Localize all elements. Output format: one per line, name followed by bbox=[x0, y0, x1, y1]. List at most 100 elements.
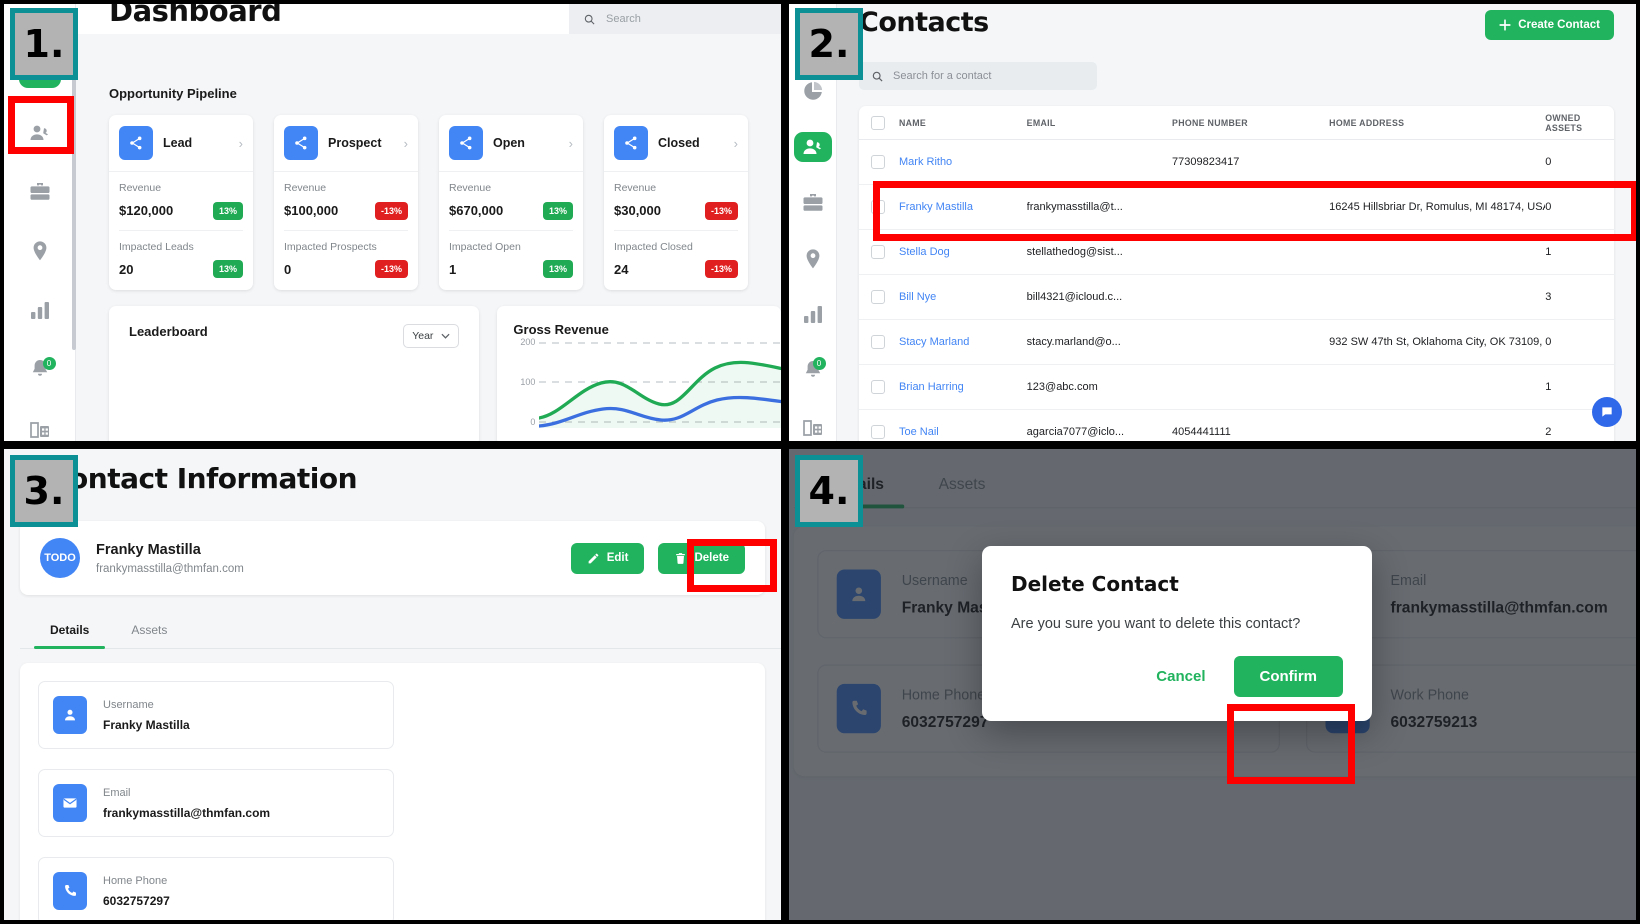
modal-title: Delete Contact bbox=[1011, 572, 1179, 596]
field-body: Username Franky Mastilla bbox=[103, 699, 190, 732]
field-value: frankymasstilla@thmfan.com bbox=[103, 805, 271, 820]
search-input[interactable]: Search for a contact bbox=[859, 62, 1097, 90]
sidebar-item-reports[interactable] bbox=[18, 296, 62, 323]
panel-dashboard: 0 Search Dashboard Opportunity Pipeline … bbox=[0, 0, 785, 445]
sidebar-item-deals[interactable] bbox=[794, 188, 832, 218]
search-input[interactable]: Search bbox=[569, 4, 781, 34]
share-icon bbox=[614, 126, 648, 160]
sidebar-item-companies[interactable] bbox=[794, 411, 832, 441]
revenue-label: Revenue bbox=[614, 182, 657, 194]
panel-contact-information: Contact Information TODO Franky Mastilla… bbox=[0, 445, 785, 924]
notification-badge: 0 bbox=[812, 357, 826, 371]
table-row[interactable]: Stella Dog stellathedog@sist... 1 bbox=[859, 230, 1614, 275]
cell-name[interactable]: Bill Nye bbox=[899, 291, 1027, 303]
table-row[interactable]: Stacy Marland stacy.marland@o... 932 SW … bbox=[859, 320, 1614, 365]
pipeline-card[interactable]: Open › Revenue $670,000 13% Impacted Ope… bbox=[439, 115, 583, 291]
tab-details[interactable]: Details bbox=[33, 623, 106, 649]
table-row[interactable]: Bill Nye bill4321@icloud.c... 3 bbox=[859, 275, 1614, 320]
gross-revenue-chart: 200 100 0 bbox=[509, 337, 781, 441]
confirm-button[interactable]: Confirm bbox=[1233, 656, 1343, 697]
row-checkbox[interactable] bbox=[871, 245, 885, 259]
delete-button[interactable]: Delete bbox=[658, 542, 745, 574]
cell-name[interactable]: Brian Harring bbox=[899, 381, 1027, 393]
trash-icon bbox=[676, 552, 686, 564]
create-contact-button[interactable]: Create Contact bbox=[1485, 10, 1614, 40]
table-row[interactable]: Toe Nail agarcia7077@iclo... 4054441111 … bbox=[859, 410, 1614, 441]
sidebar-item-notifications[interactable]: 0 bbox=[18, 355, 62, 382]
cancel-button[interactable]: Cancel bbox=[1152, 658, 1209, 695]
chevron-right-icon: › bbox=[568, 135, 573, 151]
sidebar-item-deals[interactable] bbox=[18, 179, 62, 206]
dashboard-lower-row: Leaderboard Year Gross Revenue 200 100 0 bbox=[109, 306, 781, 441]
cell-assets: 3 bbox=[1545, 291, 1552, 303]
share-icon bbox=[119, 126, 153, 160]
location-pin-icon bbox=[33, 241, 46, 261]
contact-info-main: Contact Information TODO Franky Mastilla… bbox=[4, 449, 781, 920]
select-all-checkbox[interactable] bbox=[871, 115, 885, 130]
impact-delta-badge: 13% bbox=[212, 260, 243, 279]
sidebar-item-dashboard[interactable] bbox=[794, 76, 832, 106]
contacts-icon bbox=[30, 125, 48, 141]
card-header[interactable]: Lead › bbox=[109, 115, 253, 172]
field-email: Email frankymasstilla@thmfan.com bbox=[38, 769, 394, 837]
row-checkbox[interactable] bbox=[871, 290, 885, 304]
cell-name[interactable]: Stacy Marland bbox=[899, 336, 1027, 348]
sidebar-item-contacts[interactable] bbox=[793, 131, 832, 162]
period-select[interactable]: Year bbox=[403, 324, 460, 349]
cell-assets: 0 bbox=[1545, 201, 1552, 213]
cell-assets: 2 bbox=[1545, 426, 1552, 438]
edit-button[interactable]: Edit bbox=[570, 542, 645, 574]
sidebar-item-reports[interactable] bbox=[794, 299, 832, 329]
cell-assets: 1 bbox=[1545, 246, 1552, 258]
table-row[interactable]: Mark Ritho 77309823417 0 bbox=[859, 140, 1614, 185]
card-header[interactable]: Prospect › bbox=[274, 115, 418, 172]
sidebar-item-companies[interactable] bbox=[18, 414, 62, 441]
table-row[interactable]: Brian Harring 123@abc.com 1 bbox=[859, 365, 1614, 410]
pipeline-card[interactable]: Closed › Revenue $30,000 -13% Impacted C… bbox=[604, 115, 748, 291]
building-icon bbox=[802, 420, 822, 436]
cell-name[interactable]: Toe Nail bbox=[899, 426, 1027, 438]
revenue-label: Revenue bbox=[119, 182, 162, 194]
cell-name[interactable]: Mark Ritho bbox=[899, 156, 1027, 168]
tab-assets[interactable]: Assets bbox=[131, 623, 167, 648]
cell-name[interactable]: Franky Mastilla bbox=[899, 201, 1027, 213]
table-row[interactable]: Franky Mastilla frankymasstilla@t... 162… bbox=[859, 185, 1614, 230]
row-checkbox[interactable] bbox=[871, 380, 885, 394]
card-header[interactable]: Closed › bbox=[604, 115, 748, 172]
search-placeholder: Search bbox=[606, 13, 641, 25]
divider bbox=[449, 229, 573, 231]
sidebar-item-locations[interactable] bbox=[18, 237, 62, 264]
screenshot-grid: 0 Search Dashboard Opportunity Pipeline … bbox=[0, 0, 1640, 924]
plus-icon bbox=[1499, 19, 1511, 31]
impact-label: Impacted Leads bbox=[119, 240, 194, 253]
cell-email: stellathedog@sist... bbox=[1026, 246, 1123, 258]
delete-label: Delete bbox=[694, 552, 729, 564]
search-icon bbox=[584, 14, 595, 24]
leaderboard-card: Leaderboard Year bbox=[109, 306, 480, 441]
card-title: Prospect bbox=[328, 136, 382, 150]
modal-actions: Cancel Confirm bbox=[1011, 656, 1343, 697]
delete-contact-modal: Delete Contact Are you sure you want to … bbox=[982, 546, 1372, 721]
revenue-delta-badge: -13% bbox=[374, 201, 408, 220]
card-title: Closed bbox=[658, 136, 700, 150]
row-checkbox[interactable] bbox=[871, 200, 885, 214]
card-header[interactable]: Open › bbox=[439, 115, 583, 172]
field-label: Email bbox=[103, 786, 131, 799]
row-checkbox[interactable] bbox=[871, 425, 885, 439]
sidebar-item-locations[interactable] bbox=[794, 244, 832, 274]
field-body: Email frankymasstilla@thmfan.com bbox=[103, 787, 270, 820]
sidebar-item-contacts[interactable] bbox=[18, 120, 62, 147]
revenue-label: Revenue bbox=[449, 182, 492, 194]
cell-name[interactable]: Stella Dog bbox=[899, 246, 1027, 258]
sidebar-item-notifications[interactable]: 0 bbox=[794, 355, 832, 385]
card-body: Revenue $30,000 -13% Impacted Closed 24 … bbox=[604, 172, 748, 290]
chat-bubble-button[interactable] bbox=[1592, 397, 1622, 427]
contacts-main: Contacts Create Contact Search for a con… bbox=[837, 4, 1636, 441]
chevron-right-icon: › bbox=[403, 135, 408, 151]
revenue-value: $670,000 bbox=[449, 203, 504, 219]
row-checkbox[interactable] bbox=[871, 335, 885, 349]
pipeline-card[interactable]: Prospect › Revenue $100,000 -13% Impacte… bbox=[274, 115, 418, 291]
row-checkbox[interactable] bbox=[871, 155, 885, 169]
pipeline-card[interactable]: Lead › Revenue $120,000 13% Impacted Lea… bbox=[109, 115, 253, 291]
field-username: Username Franky Mastilla bbox=[38, 681, 394, 749]
